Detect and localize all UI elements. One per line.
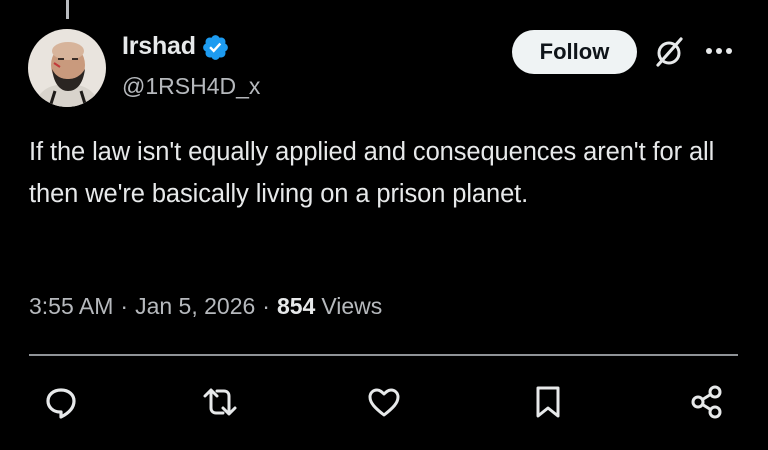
action-bar bbox=[0, 383, 768, 423]
grok-icon[interactable] bbox=[650, 33, 688, 71]
share-icon[interactable] bbox=[688, 383, 726, 421]
post-time[interactable]: 3:55 AM bbox=[29, 293, 113, 320]
post-text: If the law isn't equally applied and con… bbox=[29, 138, 715, 208]
verified-badge-icon bbox=[201, 33, 230, 62]
like-icon[interactable] bbox=[365, 383, 403, 421]
avatar-portrait-icon bbox=[28, 29, 106, 107]
more-options-icon[interactable] bbox=[702, 36, 736, 66]
post-date[interactable]: Jan 5, 2026 bbox=[135, 293, 255, 320]
repost-icon[interactable] bbox=[201, 383, 239, 421]
views-label: Views bbox=[321, 293, 383, 319]
follow-button[interactable]: Follow bbox=[512, 30, 637, 74]
author-handle[interactable]: @1RSH4D_x bbox=[122, 73, 260, 100]
reply-icon[interactable] bbox=[42, 383, 80, 421]
post-metadata: 3:55 AM · Jan 5, 2026 · 854 Views bbox=[29, 293, 382, 320]
bookmark-icon[interactable] bbox=[529, 383, 567, 421]
meta-separator: · bbox=[262, 293, 270, 319]
author-display-name[interactable]: Irshad bbox=[122, 32, 196, 61]
author-name-row[interactable]: Irshad bbox=[122, 31, 230, 62]
divider bbox=[29, 354, 738, 356]
avatar[interactable] bbox=[28, 29, 106, 107]
meta-separator: · bbox=[120, 293, 129, 319]
views-count: 854 bbox=[276, 293, 316, 319]
thread-connector-line bbox=[66, 0, 69, 19]
